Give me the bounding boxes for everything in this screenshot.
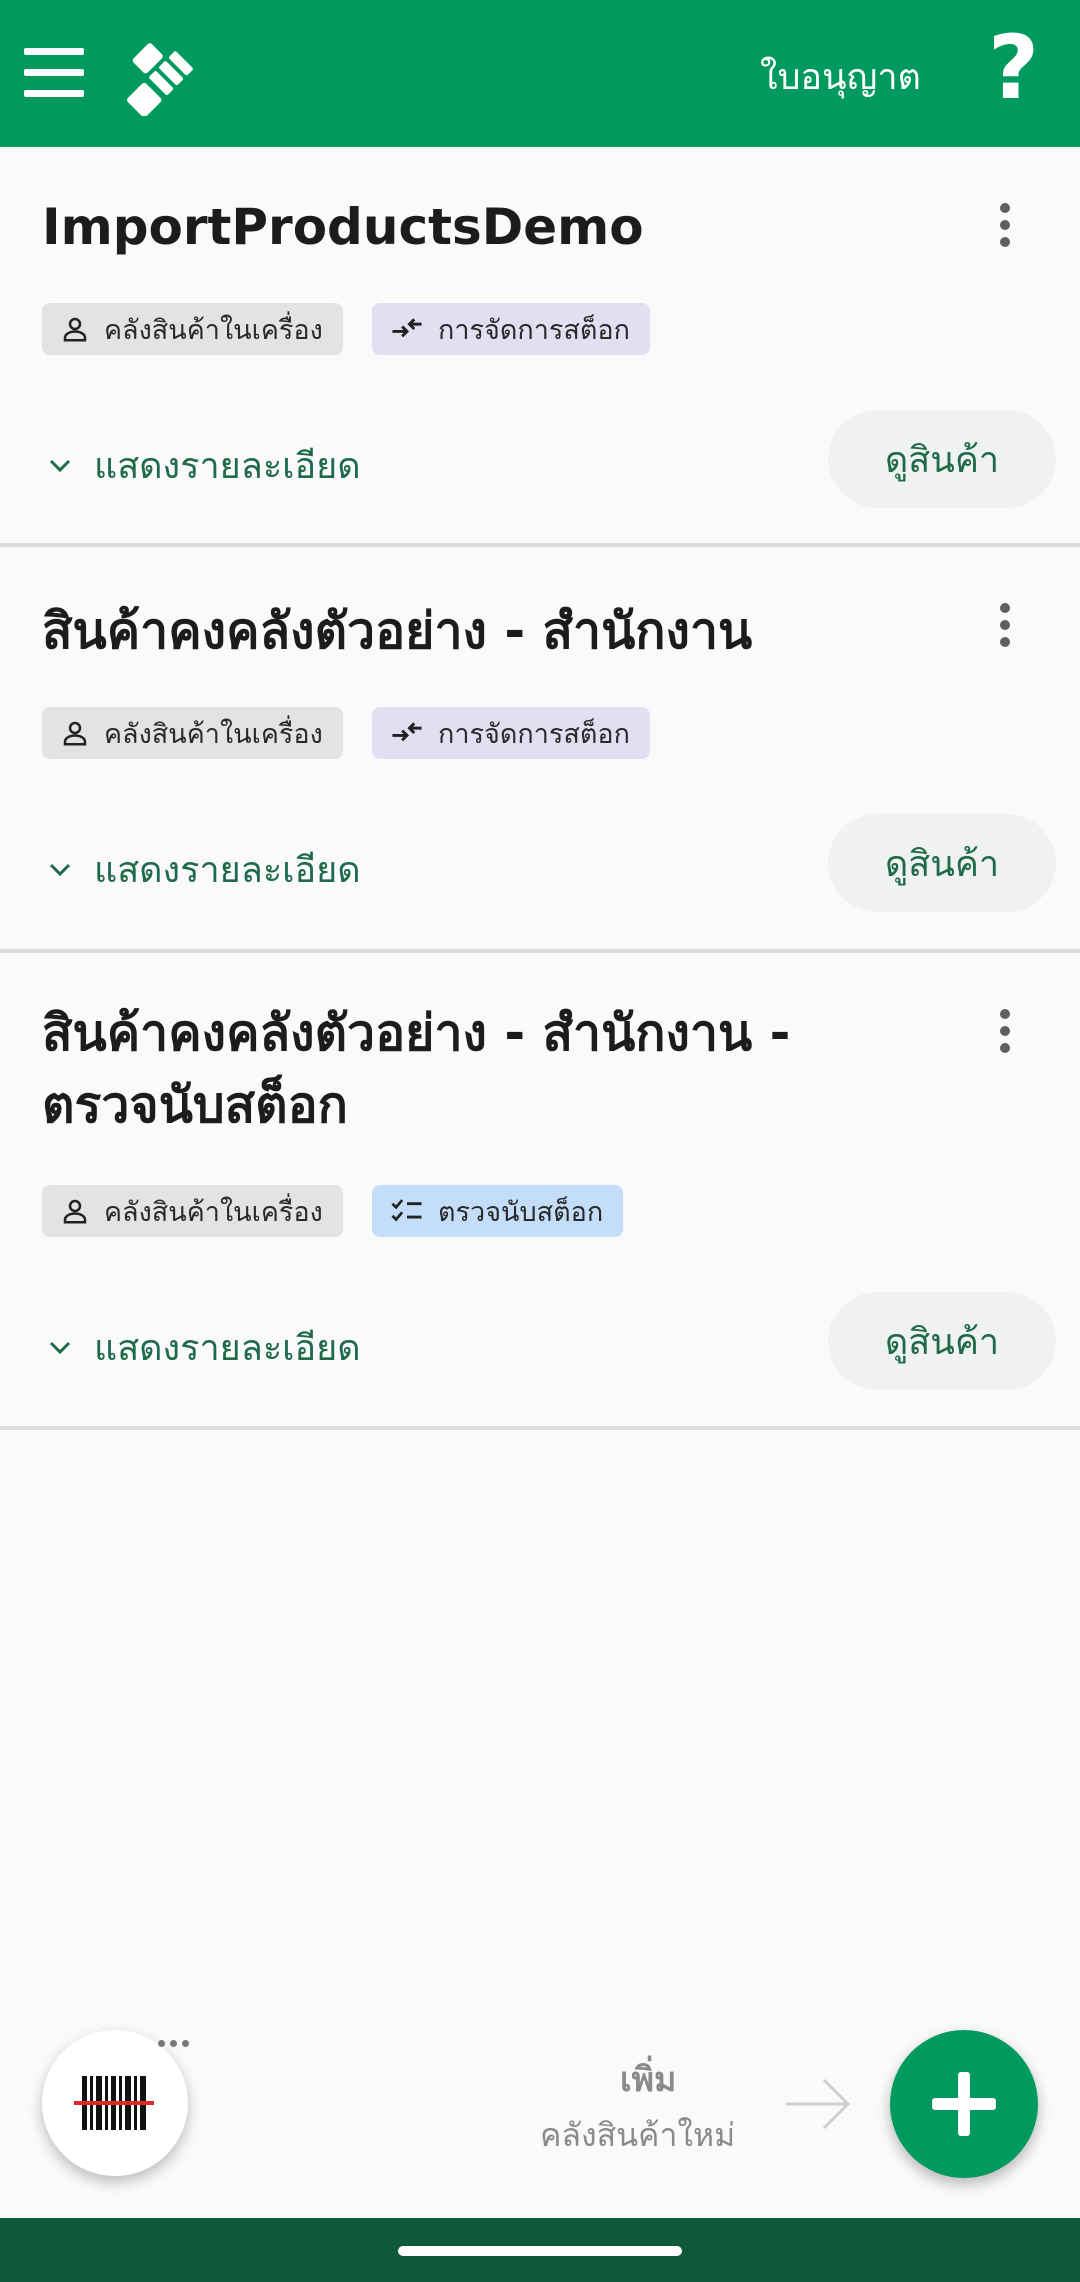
chevron-down-icon [49,863,71,876]
more-options-icon[interactable] [990,203,1020,263]
stock-management-chip: การจัดการสต็อก [372,707,650,759]
chip-label: คลังสินค้าในเครื่อง [104,718,323,750]
license-link[interactable]: ใบอนุญาต [760,48,921,105]
details-label: แสดงรายละเอียด [94,850,361,891]
home-indicator[interactable] [398,2246,682,2256]
more-options-icon[interactable] [990,1009,1020,1069]
local-inventory-chip: คลังสินค้าในเครื่อง [42,707,343,759]
inventory-card[interactable]: ImportProductsDemo คลังสินค้าในเครื่อง ก… [0,147,1080,547]
app-logo-icon [127,43,193,116]
chip-label: การจัดการสต็อก [438,718,630,750]
stock-management-icon [392,722,422,742]
add-hint-title: เพิ่ม [620,2060,677,2100]
barcode-scan-button[interactable] [42,2030,188,2176]
scan-more-icon[interactable] [158,2040,189,2047]
chip-label: คลังสินค้าในเครื่อง [104,1196,323,1228]
details-label: แสดงรายละเอียด [94,446,361,487]
add-hint-subtitle: คลังสินค้าใหม่ [540,2116,736,2154]
hamburger-menu-icon[interactable] [24,48,84,98]
stock-count-chip: ตรวจนับสต็อก [372,1185,624,1237]
inventory-card[interactable]: สินค้าคงคลังตัวอย่าง - สำนักงาน คลังสินค… [0,551,1080,953]
help-icon[interactable]: ? [988,24,1039,112]
chevron-down-icon [49,459,71,472]
local-inventory-chip: คลังสินค้าในเครื่อง [42,1185,343,1237]
app-bar: ใบอนุญาต ? [0,0,1080,147]
show-details-toggle[interactable]: แสดงรายละเอียด [48,437,361,494]
inventory-title: สินค้าคงคลังตัวอย่าง - สำนักงาน - ตรวจนั… [42,1004,791,1134]
stock-management-chip: การจัดการสต็อก [372,303,650,355]
chip-label: คลังสินค้าในเครื่อง [104,314,323,346]
local-inventory-chip: คลังสินค้าในเครื่อง [42,303,343,355]
show-details-toggle[interactable]: แสดงรายละเอียด [48,841,361,898]
view-products-button[interactable]: ดูสินค้า [828,410,1056,508]
person-icon [63,1199,87,1224]
stock-count-icon [391,1199,422,1222]
inventory-title: สินค้าคงคลังตัวอย่าง - สำนักงาน [42,602,753,660]
person-icon [63,721,87,746]
system-navigation-bar [0,2218,1080,2282]
chevron-down-icon [49,1341,71,1354]
more-options-icon[interactable] [990,603,1020,663]
details-label: แสดงรายละเอียด [94,1328,361,1369]
view-products-button[interactable]: ดูสินค้า [828,814,1056,912]
arrow-right-icon [786,2078,851,2130]
chip-label: การจัดการสต็อก [438,314,630,346]
barcode-scan-icon [74,2076,154,2130]
add-inventory-button[interactable] [890,2030,1038,2178]
person-icon [63,317,87,342]
inventory-card[interactable]: สินค้าคงคลังตัวอย่าง - สำนักงาน - ตรวจนั… [0,957,1080,1430]
inventory-title: ImportProductsDemo [42,198,644,256]
show-details-toggle[interactable]: แสดงรายละเอียด [48,1319,361,1376]
chip-label: ตรวจนับสต็อก [438,1196,604,1228]
view-products-button[interactable]: ดูสินค้า [828,1292,1056,1390]
stock-management-icon [392,318,422,338]
